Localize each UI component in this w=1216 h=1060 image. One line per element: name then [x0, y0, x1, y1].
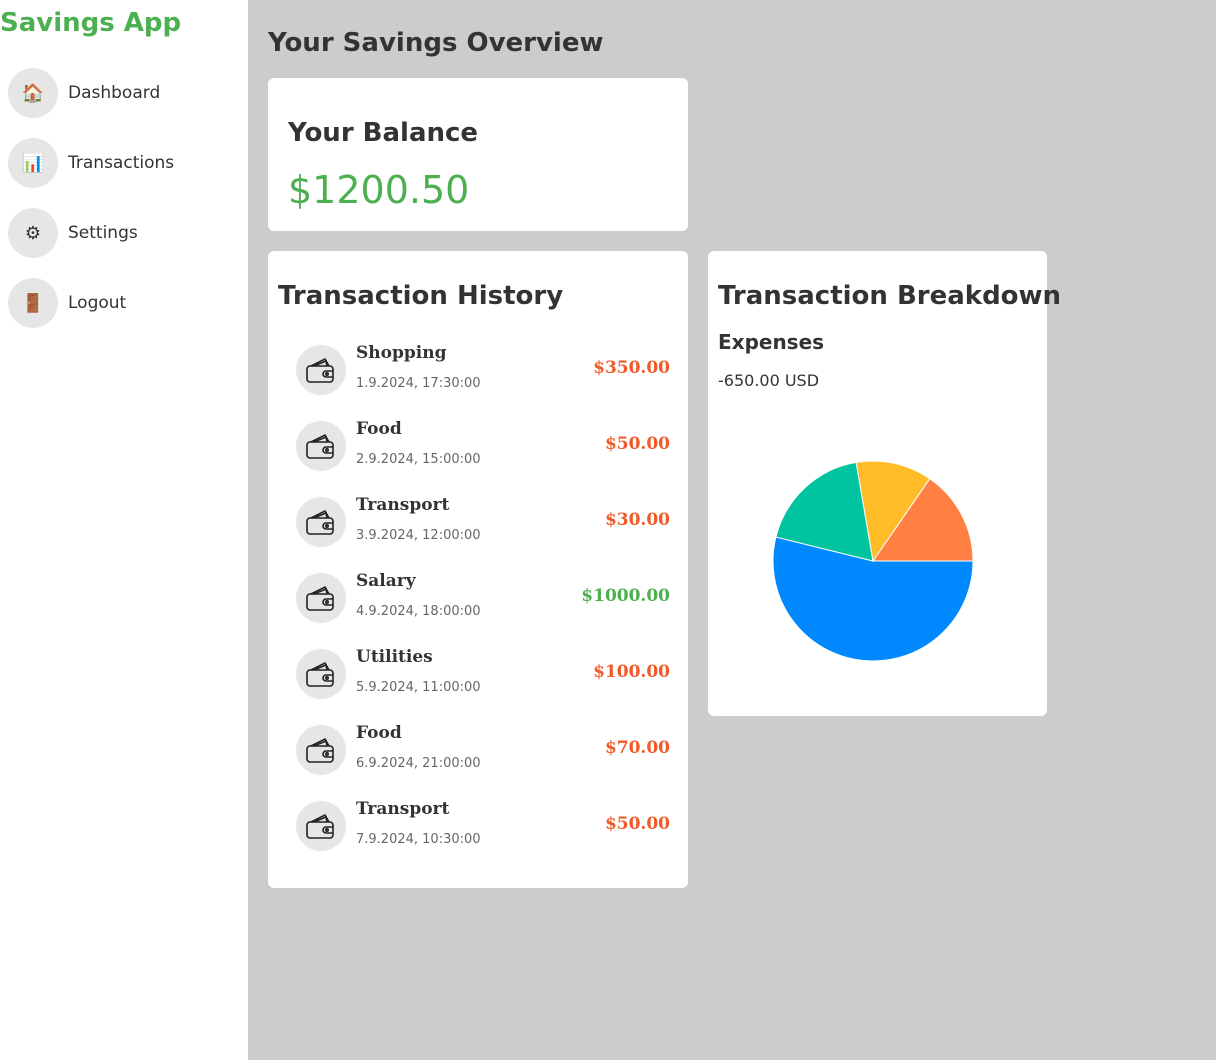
wallet-icon	[296, 725, 346, 775]
expenses-subheading: Expenses	[718, 330, 825, 354]
transaction-breakdown-card: Transaction Breakdown Expenses -650.00 U…	[708, 251, 1061, 716]
transaction-row: Shopping 1.9.2024, 17:30:00 $350.00	[296, 343, 670, 403]
transaction-category: Food	[356, 723, 402, 743]
wallet-icon	[296, 421, 346, 471]
transaction-amount: $100.00	[593, 662, 670, 682]
transaction-date: 7.9.2024, 10:30:00	[356, 832, 481, 847]
wallet-icon	[296, 649, 346, 699]
sidebar-item-label: Dashboard	[68, 83, 161, 103]
sidebar-item-label: Logout	[68, 293, 127, 313]
gear-icon: ⚙	[8, 208, 58, 258]
transaction-amount: $30.00	[604, 510, 670, 530]
transaction-amount: $50.00	[604, 434, 670, 454]
sidebar-item-transactions[interactable]: 📊 Transactions	[8, 138, 174, 188]
sidebar-item-label: Settings	[68, 223, 138, 243]
transaction-history-card: Transaction History Shopping 1.9.2024, 17…	[268, 251, 688, 888]
transaction-date: 5.9.2024, 11:00:00	[356, 680, 481, 695]
transaction-row: Transport 3.9.2024, 12:00:00 $30.00	[296, 495, 670, 555]
wallet-icon	[296, 497, 346, 547]
sidebar: Savings App 🏠 Dashboard 📊 Transactions ⚙ Sett…	[0, 0, 248, 1060]
balance-heading: Your Balance	[288, 118, 479, 148]
transaction-date: 2.9.2024, 15:00:00	[356, 452, 481, 467]
sidebar-item-settings[interactable]: ⚙ Settings	[8, 208, 138, 258]
sidebar-item-dashboard[interactable]: 🏠 Dashboard	[8, 68, 160, 118]
page-title: Your Savings Overview	[268, 28, 604, 58]
transaction-amount: $50.00	[604, 814, 670, 834]
transaction-date: 3.9.2024, 12:00:00	[356, 528, 481, 543]
door-icon: 🚪	[8, 278, 58, 328]
transaction-row: Food 6.9.2024, 21:00:00 $70.00	[296, 723, 670, 783]
transaction-row: Food 2.9.2024, 15:00:00 $50.00	[296, 419, 670, 479]
transaction-category: Transport	[356, 799, 450, 819]
wallet-icon	[296, 801, 346, 851]
home-icon: 🏠	[8, 68, 58, 118]
app-title: Savings App	[0, 8, 182, 38]
expenses-total: -650.00 USD	[718, 371, 820, 390]
transaction-category: Food	[356, 419, 402, 439]
wallet-icon	[296, 573, 346, 623]
transaction-amount: $70.00	[604, 738, 670, 758]
bar-chart-icon: 📊	[8, 138, 58, 188]
transaction-amount: $1000.00	[581, 586, 670, 606]
transaction-category: Shopping	[356, 343, 447, 363]
transaction-category: Utilities	[356, 647, 433, 667]
transaction-row: Salary 4.9.2024, 18:00:00 $1000.00	[296, 571, 670, 631]
transaction-amount: $350.00	[593, 358, 670, 378]
sidebar-item-logout[interactable]: 🚪 Logout	[8, 278, 126, 328]
transaction-history-heading: Transaction History	[278, 281, 564, 311]
transaction-category: Salary	[356, 571, 416, 591]
sidebar-item-label: Transactions	[68, 153, 175, 173]
transaction-category: Transport	[356, 495, 450, 515]
balance-amount: $1200.50	[288, 168, 470, 212]
transaction-date: 6.9.2024, 21:00:00	[356, 756, 481, 771]
expenses-pie-chart	[772, 460, 974, 662]
breakdown-heading: Transaction Breakdown	[718, 281, 1062, 311]
balance-card: Your Balance $1200.50	[268, 78, 688, 231]
transaction-date: 1.9.2024, 17:30:00	[356, 376, 481, 391]
transaction-row: Transport 7.9.2024, 10:30:00 $50.00	[296, 799, 670, 859]
transaction-row: Utilities 5.9.2024, 11:00:00 $100.00	[296, 647, 670, 707]
transaction-date: 4.9.2024, 18:00:00	[356, 604, 481, 619]
wallet-icon	[296, 345, 346, 395]
